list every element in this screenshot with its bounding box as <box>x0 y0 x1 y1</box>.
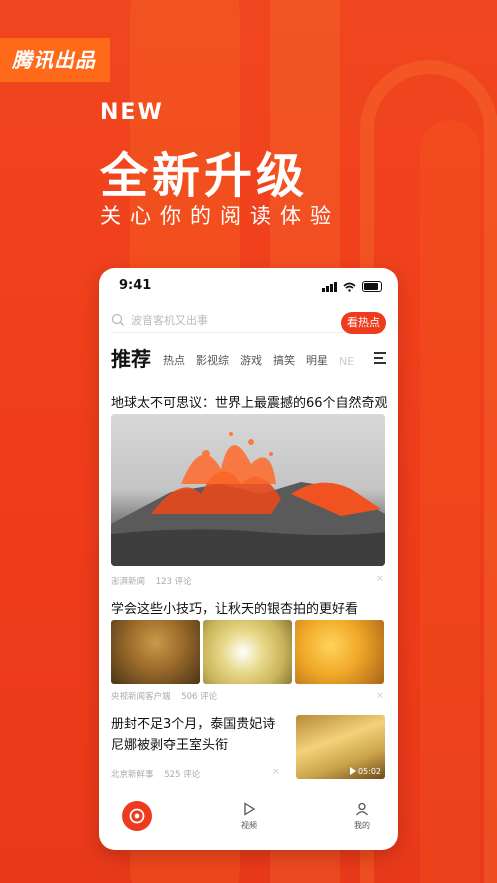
search-underline <box>111 332 386 333</box>
channel-menu-icon[interactable] <box>374 352 386 367</box>
hero-title: 全新升级 <box>100 148 309 204</box>
hot-topics-button[interactable]: 看热点 <box>341 312 386 334</box>
news-1-comments: 123 评论 <box>155 577 192 587</box>
tab-stars[interactable]: 明星 <box>306 352 328 372</box>
news-3-dismiss-icon[interactable]: × <box>272 767 280 777</box>
news-3-title[interactable]: 册封不足3个月，泰国贵妃诗尼娜被剥夺王室头衔 <box>111 714 281 756</box>
tab-funny[interactable]: 搞笑 <box>273 352 295 372</box>
user-icon <box>356 802 368 816</box>
brand-tag: 腾讯出品 <box>0 38 110 82</box>
tab-games[interactable]: 游戏 <box>240 352 262 372</box>
search-bar[interactable]: 波音客机又出事 <box>111 308 343 332</box>
video-play-icon <box>244 802 256 816</box>
wifi-icon <box>343 282 356 292</box>
tab-film-tv[interactable]: 影视综 <box>196 352 229 372</box>
news-2-image-2[interactable] <box>203 620 292 684</box>
play-icon <box>350 767 356 775</box>
news-2-dismiss-icon[interactable]: × <box>376 691 384 701</box>
news-2-image-1[interactable] <box>111 620 200 684</box>
phone-mockup: 9:41 波音客机又出事 看热点 推荐 热点 影视综 游戏 搞笑 明星 NE 地… <box>99 268 398 850</box>
tab-recommend[interactable]: 推荐 <box>111 343 151 372</box>
eye-icon <box>129 808 145 824</box>
status-time: 9:41 <box>119 278 152 293</box>
news-1-source: 澎湃新闻 <box>111 577 146 587</box>
category-tabs: 推荐 热点 影视综 游戏 搞笑 明星 NE <box>111 342 388 372</box>
news-2-title[interactable]: 学会这些小技巧，让秋天的银杏拍的更好看 <box>111 598 358 617</box>
nav-video-label: 视频 <box>241 821 257 830</box>
search-icon <box>111 313 124 326</box>
status-bar: 9:41 <box>99 278 398 298</box>
news-1-title[interactable]: 地球太不可思议：世界上最震撼的66个自然奇观 <box>111 392 388 411</box>
news-2-image-3[interactable] <box>295 620 384 684</box>
news-3-comments: 525 评论 <box>164 770 201 780</box>
volcano-image <box>111 432 385 566</box>
news-1-image[interactable] <box>111 414 385 566</box>
tab-more-faded[interactable]: NE <box>339 355 354 372</box>
news-2-meta: 央视新闻客户端 506 评论 <box>111 690 225 702</box>
nav-mine-label: 我的 <box>354 821 370 830</box>
signal-icon <box>322 281 337 292</box>
nav-mine[interactable]: 我的 <box>347 802 377 831</box>
hero-subtitle: 关心你的阅读体验 <box>100 204 340 228</box>
news-1-dismiss-icon[interactable]: × <box>376 574 384 584</box>
news-2-comments: 506 评论 <box>181 692 218 702</box>
news-3-video-thumb[interactable]: 05:02 <box>296 715 385 779</box>
news-2-source: 央视新闻客户端 <box>111 692 171 702</box>
nav-video[interactable]: 视频 <box>234 802 264 831</box>
bottom-nav: 视频 我的 <box>99 792 398 850</box>
news-3-meta: 北京新鲜事 525 评论 <box>111 768 208 780</box>
news-1-meta: 澎湃新闻 123 评论 <box>111 575 200 587</box>
battery-icon <box>362 281 382 292</box>
search-placeholder: 波音客机又出事 <box>131 314 208 327</box>
video-duration: 05:02 <box>357 767 381 776</box>
hero-new-label: NEW <box>100 100 164 125</box>
tab-hot[interactable]: 热点 <box>163 352 185 372</box>
news-3-source: 北京新鲜事 <box>111 770 154 780</box>
nav-home-button[interactable] <box>122 801 152 831</box>
